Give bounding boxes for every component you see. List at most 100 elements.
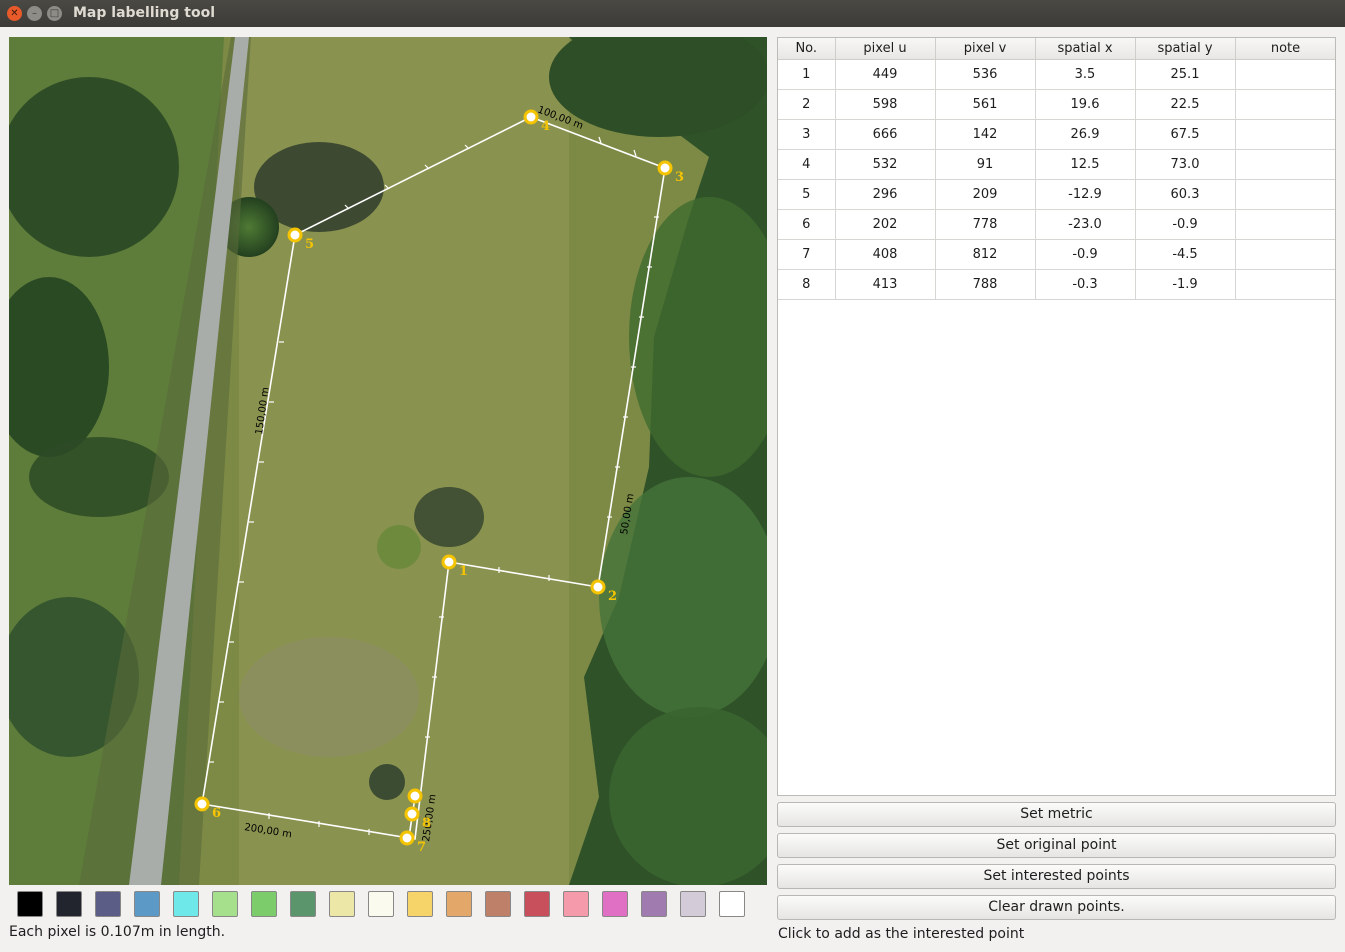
map-svg[interactable]: 100,00 m 150,00 m 50,00 m 200,00 m 250,0… xyxy=(9,37,767,885)
color-swatch[interactable] xyxy=(212,891,238,917)
table-cell[interactable]: 22.5 xyxy=(1135,89,1236,120)
table-cell[interactable]: 26.9 xyxy=(1035,119,1136,150)
table-row[interactable]: 2 598 561 19.6 22.5 xyxy=(778,89,1335,120)
table-row[interactable]: 3 666 142 26.9 67.5 xyxy=(778,119,1335,150)
map-point-marker[interactable] xyxy=(590,579,606,595)
table-row[interactable]: 1 449 536 3.5 25.1 xyxy=(778,59,1335,90)
points-table[interactable]: No. pixel u pixel v spatial x spatial y … xyxy=(777,37,1336,796)
table-cell[interactable]: 296 xyxy=(835,179,936,210)
color-swatch[interactable] xyxy=(407,891,433,917)
table-row[interactable]: 5 296 209 -12.9 60.3 xyxy=(778,179,1335,210)
table-cell[interactable]: 60.3 xyxy=(1135,179,1236,210)
table-row[interactable]: 4 532 91 12.5 73.0 xyxy=(778,149,1335,180)
map-point-marker[interactable] xyxy=(523,109,539,125)
table-cell[interactable]: 19.6 xyxy=(1035,89,1136,120)
color-swatch[interactable] xyxy=(485,891,511,917)
color-swatch[interactable] xyxy=(251,891,277,917)
color-swatch[interactable] xyxy=(173,891,199,917)
table-cell[interactable]: 4 xyxy=(778,149,836,180)
table-cell[interactable]: 209 xyxy=(935,179,1036,210)
color-swatch[interactable] xyxy=(56,891,82,917)
table-cell[interactable]: 788 xyxy=(935,269,1036,300)
map-canvas[interactable]: 100,00 m 150,00 m 50,00 m 200,00 m 250,0… xyxy=(9,37,767,885)
table-cell[interactable]: 12.5 xyxy=(1035,149,1136,180)
table-cell[interactable]: 1 xyxy=(778,59,836,90)
color-swatch[interactable] xyxy=(563,891,589,917)
set-interested-points-button[interactable]: Set interested points xyxy=(777,864,1336,889)
table-row[interactable]: 8 413 788 -0.3 -1.9 xyxy=(778,269,1335,300)
column-header-pixel-v[interactable]: pixel v xyxy=(935,38,1036,60)
table-cell[interactable] xyxy=(1235,269,1335,300)
table-cell[interactable]: 3.5 xyxy=(1035,59,1136,90)
table-cell[interactable]: 536 xyxy=(935,59,1036,90)
table-cell[interactable]: -0.3 xyxy=(1035,269,1136,300)
table-cell[interactable]: 561 xyxy=(935,89,1036,120)
map-point-marker[interactable] xyxy=(287,227,303,243)
map-point-marker[interactable] xyxy=(407,788,423,804)
table-cell[interactable]: -1.9 xyxy=(1135,269,1236,300)
table-cell[interactable]: 449 xyxy=(835,59,936,90)
table-row[interactable]: 6 202 778 -23.0 -0.9 xyxy=(778,209,1335,240)
color-swatch[interactable] xyxy=(446,891,472,917)
table-cell[interactable]: 666 xyxy=(835,119,936,150)
column-header-note[interactable]: note xyxy=(1235,38,1335,60)
column-header-spatial-y[interactable]: spatial y xyxy=(1135,38,1236,60)
table-cell[interactable]: -23.0 xyxy=(1035,209,1136,240)
table-cell[interactable] xyxy=(1235,239,1335,270)
window-close-icon[interactable]: ✕ xyxy=(7,6,22,21)
column-header-no[interactable]: No. xyxy=(778,38,836,60)
table-cell[interactable]: 408 xyxy=(835,239,936,270)
table-cell[interactable] xyxy=(1235,89,1335,120)
table-cell[interactable]: 142 xyxy=(935,119,1036,150)
table-cell[interactable] xyxy=(1235,119,1335,150)
set-original-point-button[interactable]: Set original point xyxy=(777,833,1336,858)
table-cell[interactable]: -12.9 xyxy=(1035,179,1136,210)
table-cell[interactable]: 778 xyxy=(935,209,1036,240)
color-swatch[interactable] xyxy=(17,891,43,917)
table-cell[interactable] xyxy=(1235,59,1335,90)
table-cell[interactable]: -0.9 xyxy=(1135,209,1236,240)
table-cell[interactable]: -4.5 xyxy=(1135,239,1236,270)
column-header-spatial-x[interactable]: spatial x xyxy=(1035,38,1136,60)
map-point-marker[interactable] xyxy=(657,160,673,176)
color-swatch[interactable] xyxy=(134,891,160,917)
table-cell[interactable]: 6 xyxy=(778,209,836,240)
table-cell[interactable] xyxy=(1235,179,1335,210)
color-swatch[interactable] xyxy=(641,891,667,917)
color-swatch[interactable] xyxy=(680,891,706,917)
table-row[interactable]: 7 408 812 -0.9 -4.5 xyxy=(778,239,1335,270)
table-cell[interactable] xyxy=(1235,209,1335,240)
color-swatch[interactable] xyxy=(368,891,394,917)
table-cell[interactable]: 5 xyxy=(778,179,836,210)
table-cell[interactable] xyxy=(1235,149,1335,180)
table-cell[interactable]: 67.5 xyxy=(1135,119,1236,150)
table-cell[interactable]: 413 xyxy=(835,269,936,300)
table-cell[interactable]: -0.9 xyxy=(1035,239,1136,270)
color-swatch[interactable] xyxy=(329,891,355,917)
color-swatch[interactable] xyxy=(524,891,550,917)
window-minimize-icon[interactable]: – xyxy=(27,6,42,21)
map-point-marker[interactable] xyxy=(194,796,210,812)
table-cell[interactable]: 8 xyxy=(778,269,836,300)
table-cell[interactable]: 812 xyxy=(935,239,1036,270)
table-cell[interactable]: 598 xyxy=(835,89,936,120)
clear-drawn-points-button[interactable]: Clear drawn points. xyxy=(777,895,1336,920)
map-point-marker[interactable] xyxy=(399,830,415,846)
table-cell[interactable]: 3 xyxy=(778,119,836,150)
window-maximize-icon[interactable]: □ xyxy=(47,6,62,21)
set-metric-button[interactable]: Set metric xyxy=(777,802,1336,827)
table-cell[interactable]: 73.0 xyxy=(1135,149,1236,180)
table-cell[interactable]: 202 xyxy=(835,209,936,240)
table-cell[interactable]: 91 xyxy=(935,149,1036,180)
table-cell[interactable]: 532 xyxy=(835,149,936,180)
color-swatch[interactable] xyxy=(719,891,745,917)
color-swatch[interactable] xyxy=(95,891,121,917)
map-point-marker[interactable] xyxy=(441,554,457,570)
color-swatch[interactable] xyxy=(602,891,628,917)
table-cell[interactable]: 25.1 xyxy=(1135,59,1236,90)
table-cell[interactable]: 2 xyxy=(778,89,836,120)
column-header-pixel-u[interactable]: pixel u xyxy=(835,38,936,60)
color-swatch[interactable] xyxy=(290,891,316,917)
map-point-marker[interactable] xyxy=(404,806,420,822)
table-cell[interactable]: 7 xyxy=(778,239,836,270)
